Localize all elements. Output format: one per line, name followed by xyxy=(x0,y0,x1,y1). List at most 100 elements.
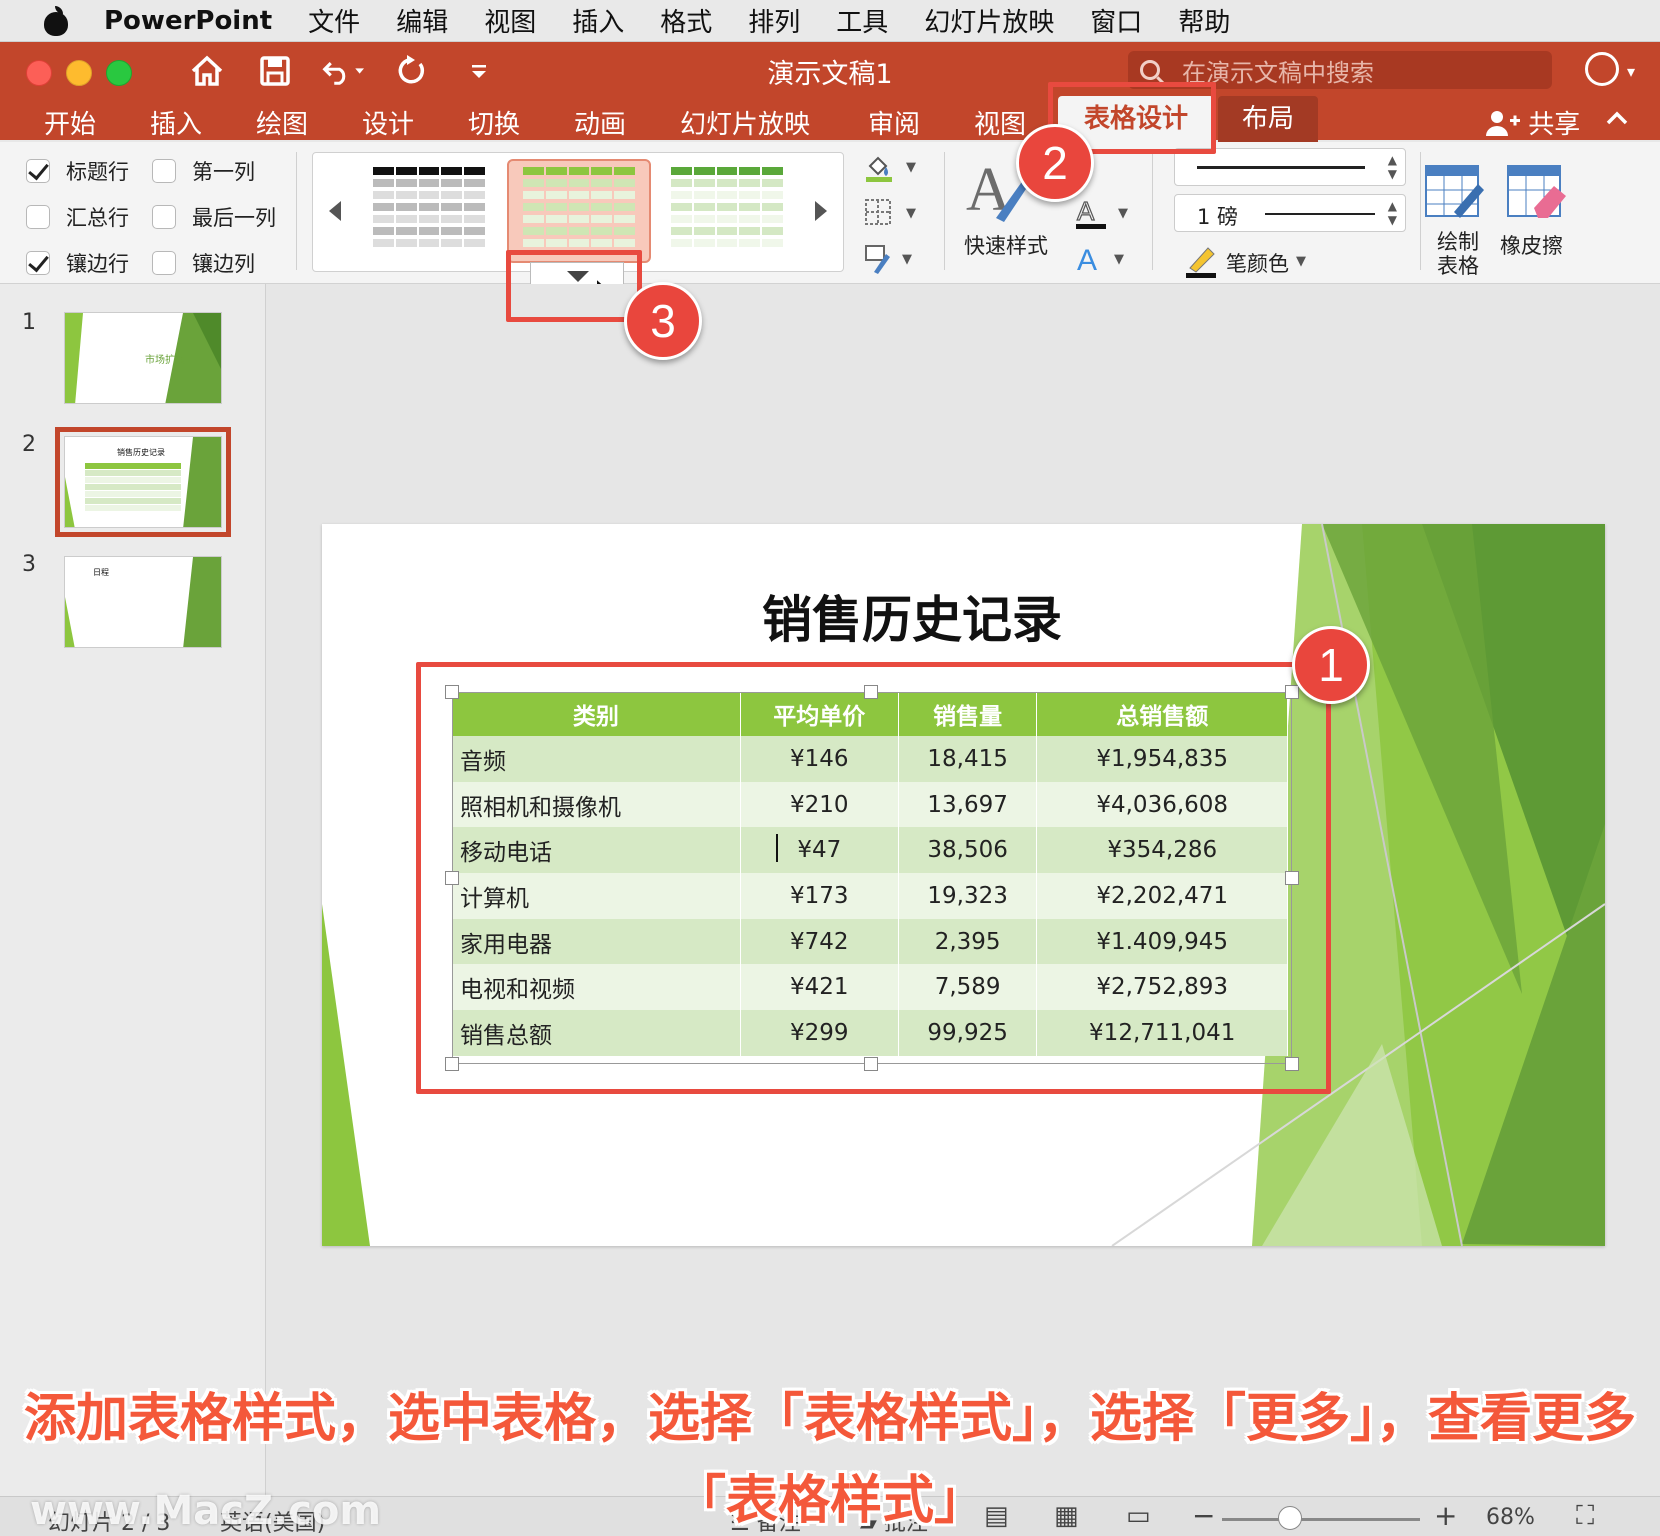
pen-weight-stepper-icon[interactable]: ▲ ▼ xyxy=(1388,199,1397,227)
menu-format[interactable]: 格式 xyxy=(660,2,712,39)
menu-window[interactable]: 窗口 xyxy=(1090,2,1142,39)
menu-view[interactable]: 视图 xyxy=(484,2,536,39)
tab-draw[interactable]: 绘图 xyxy=(246,104,318,141)
text-effects-icon[interactable]: A xyxy=(1074,242,1108,280)
redo-icon[interactable] xyxy=(390,50,432,92)
text-outline-icon[interactable]: A xyxy=(1074,195,1108,234)
slide-thumbnail-1[interactable]: 市场扩展 xyxy=(64,312,222,404)
save-icon[interactable] xyxy=(254,50,296,92)
tutorial-caption-line-1: 添加表格样式，选中表格，选择「表格样式」，选择「更多」，查看更多 xyxy=(23,1389,1636,1449)
total-row-option[interactable]: 汇总行 xyxy=(26,202,129,232)
zoom-window-button[interactable] xyxy=(106,60,132,86)
ribbon-divider xyxy=(296,152,297,270)
draw-table-icon[interactable] xyxy=(1424,164,1484,224)
add-person-icon xyxy=(1486,111,1520,136)
apple-icon[interactable] xyxy=(38,5,74,36)
text-outline-dropdown-icon[interactable]: ▼ xyxy=(1118,206,1128,221)
share-label: 共享 xyxy=(1528,110,1581,140)
slide-thumbnail-2-title: 销售历史记录 xyxy=(117,448,165,457)
feedback-smiley-icon[interactable] xyxy=(1585,52,1619,86)
ribbon-divider xyxy=(944,152,945,270)
pen-style-stepper-icon[interactable]: ▲ ▼ xyxy=(1388,153,1397,181)
menu-edit[interactable]: 编辑 xyxy=(396,2,448,39)
svg-text:A: A xyxy=(1077,196,1095,226)
tab-view[interactable]: 视图 xyxy=(964,104,1036,141)
borders-icon[interactable] xyxy=(864,198,892,233)
tab-start[interactable]: 开始 xyxy=(34,104,106,141)
chevron-down-icon[interactable]: ▾ xyxy=(1627,62,1635,81)
pen-color-label[interactable]: 笔颜色 xyxy=(1226,248,1289,278)
pen-color-icon[interactable] xyxy=(1184,244,1218,282)
callout-highlight-table xyxy=(416,662,1331,1094)
close-window-button[interactable] xyxy=(26,60,52,86)
callout-badge-2: 2 xyxy=(1016,124,1094,202)
banded-columns-checkbox[interactable] xyxy=(152,251,176,275)
tab-review[interactable]: 审阅 xyxy=(858,104,930,141)
first-column-label: 第一列 xyxy=(192,160,255,184)
ribbon-tabs: 开始 插入 绘图 设计 切换 动画 幻灯片放映 审阅 视图 表格设计 布局 xyxy=(0,96,1660,142)
banded-columns-option[interactable]: 镶边列 xyxy=(152,248,255,278)
total-row-checkbox[interactable] xyxy=(26,205,50,229)
callout-badge-3: 3 xyxy=(624,282,702,360)
effects-dropdown-icon[interactable]: ▼ xyxy=(902,252,912,267)
banded-rows-option[interactable]: 镶边行 xyxy=(26,248,129,278)
gallery-next-arrow-icon[interactable] xyxy=(815,201,827,221)
menu-app-name[interactable]: PowerPoint xyxy=(104,6,272,36)
tab-layout[interactable]: 布局 xyxy=(1218,96,1319,142)
share-button[interactable]: 共享 xyxy=(1486,104,1580,141)
last-column-option[interactable]: 最后一列 xyxy=(152,202,276,232)
gallery-prev-arrow-icon[interactable] xyxy=(329,201,341,221)
pen-color-dropdown-icon[interactable]: ▼ xyxy=(1296,254,1306,269)
shading-dropdown-icon[interactable]: ▼ xyxy=(906,160,916,175)
menu-help[interactable]: 帮助 xyxy=(1178,2,1230,39)
tab-transitions[interactable]: 切换 xyxy=(458,104,530,141)
svg-text:A: A xyxy=(1077,244,1097,276)
draw-table-label[interactable]: 绘制表格 xyxy=(1430,230,1486,278)
collapse-ribbon-icon[interactable] xyxy=(1606,102,1628,132)
slide-number-2: 2 xyxy=(22,432,36,457)
total-row-label: 汇总行 xyxy=(66,206,129,230)
last-column-checkbox[interactable] xyxy=(152,205,176,229)
menu-insert[interactable]: 插入 xyxy=(572,2,624,39)
menu-arrange[interactable]: 排列 xyxy=(748,2,800,39)
eraser-label[interactable]: 橡皮擦 xyxy=(1500,230,1563,260)
last-column-label: 最后一列 xyxy=(192,206,276,230)
shading-bucket-icon[interactable] xyxy=(864,152,894,189)
tab-insert[interactable]: 插入 xyxy=(140,104,212,141)
table-style-dark[interactable] xyxy=(373,167,485,249)
window-controls xyxy=(26,60,132,86)
slide-thumbnail-1-title: 市场扩展 xyxy=(145,355,185,366)
header-row-option[interactable]: 标题行 xyxy=(26,156,129,186)
pen-weight-line xyxy=(1265,213,1375,215)
pen-weight-select[interactable]: 1 磅 ▲ ▼ xyxy=(1174,194,1406,232)
undo-icon[interactable] xyxy=(322,50,364,92)
slide-thumbnail-2[interactable]: 销售历史记录 xyxy=(55,427,231,537)
ribbon-divider xyxy=(1152,152,1153,270)
home-icon[interactable] xyxy=(186,50,228,92)
minimize-window-button[interactable] xyxy=(66,60,92,86)
slide-thumbnail-3[interactable]: 日程 xyxy=(64,556,222,648)
menu-file[interactable]: 文件 xyxy=(308,2,360,39)
tab-animations[interactable]: 动画 xyxy=(564,104,636,141)
ribbon-divider xyxy=(1420,152,1421,270)
quick-styles-label[interactable]: 快速样式 xyxy=(964,230,1048,260)
effects-icon[interactable] xyxy=(864,244,894,281)
first-column-checkbox[interactable] xyxy=(152,159,176,183)
menu-slideshow[interactable]: 幻灯片放映 xyxy=(924,2,1054,39)
header-row-checkbox[interactable] xyxy=(26,159,50,183)
callout-badge-1: 1 xyxy=(1292,626,1370,704)
eraser-icon[interactable] xyxy=(1506,164,1568,224)
tab-slideshow[interactable]: 幻灯片放映 xyxy=(670,104,820,141)
banded-columns-label: 镶边列 xyxy=(192,252,255,276)
text-effects-dropdown-icon[interactable]: ▼ xyxy=(1114,252,1124,267)
tab-design[interactable]: 设计 xyxy=(352,104,424,141)
watermark: www.MacZ.com xyxy=(30,1488,382,1534)
callout-highlight-more-button xyxy=(506,250,642,322)
table-style-green-light[interactable] xyxy=(671,167,783,249)
table-style-green-medium[interactable] xyxy=(523,167,635,249)
customize-toolbar-icon[interactable] xyxy=(458,50,500,92)
borders-dropdown-icon[interactable]: ▼ xyxy=(906,206,916,221)
banded-rows-checkbox[interactable] xyxy=(26,251,50,275)
first-column-option[interactable]: 第一列 xyxy=(152,156,255,186)
menu-tools[interactable]: 工具 xyxy=(836,2,888,39)
